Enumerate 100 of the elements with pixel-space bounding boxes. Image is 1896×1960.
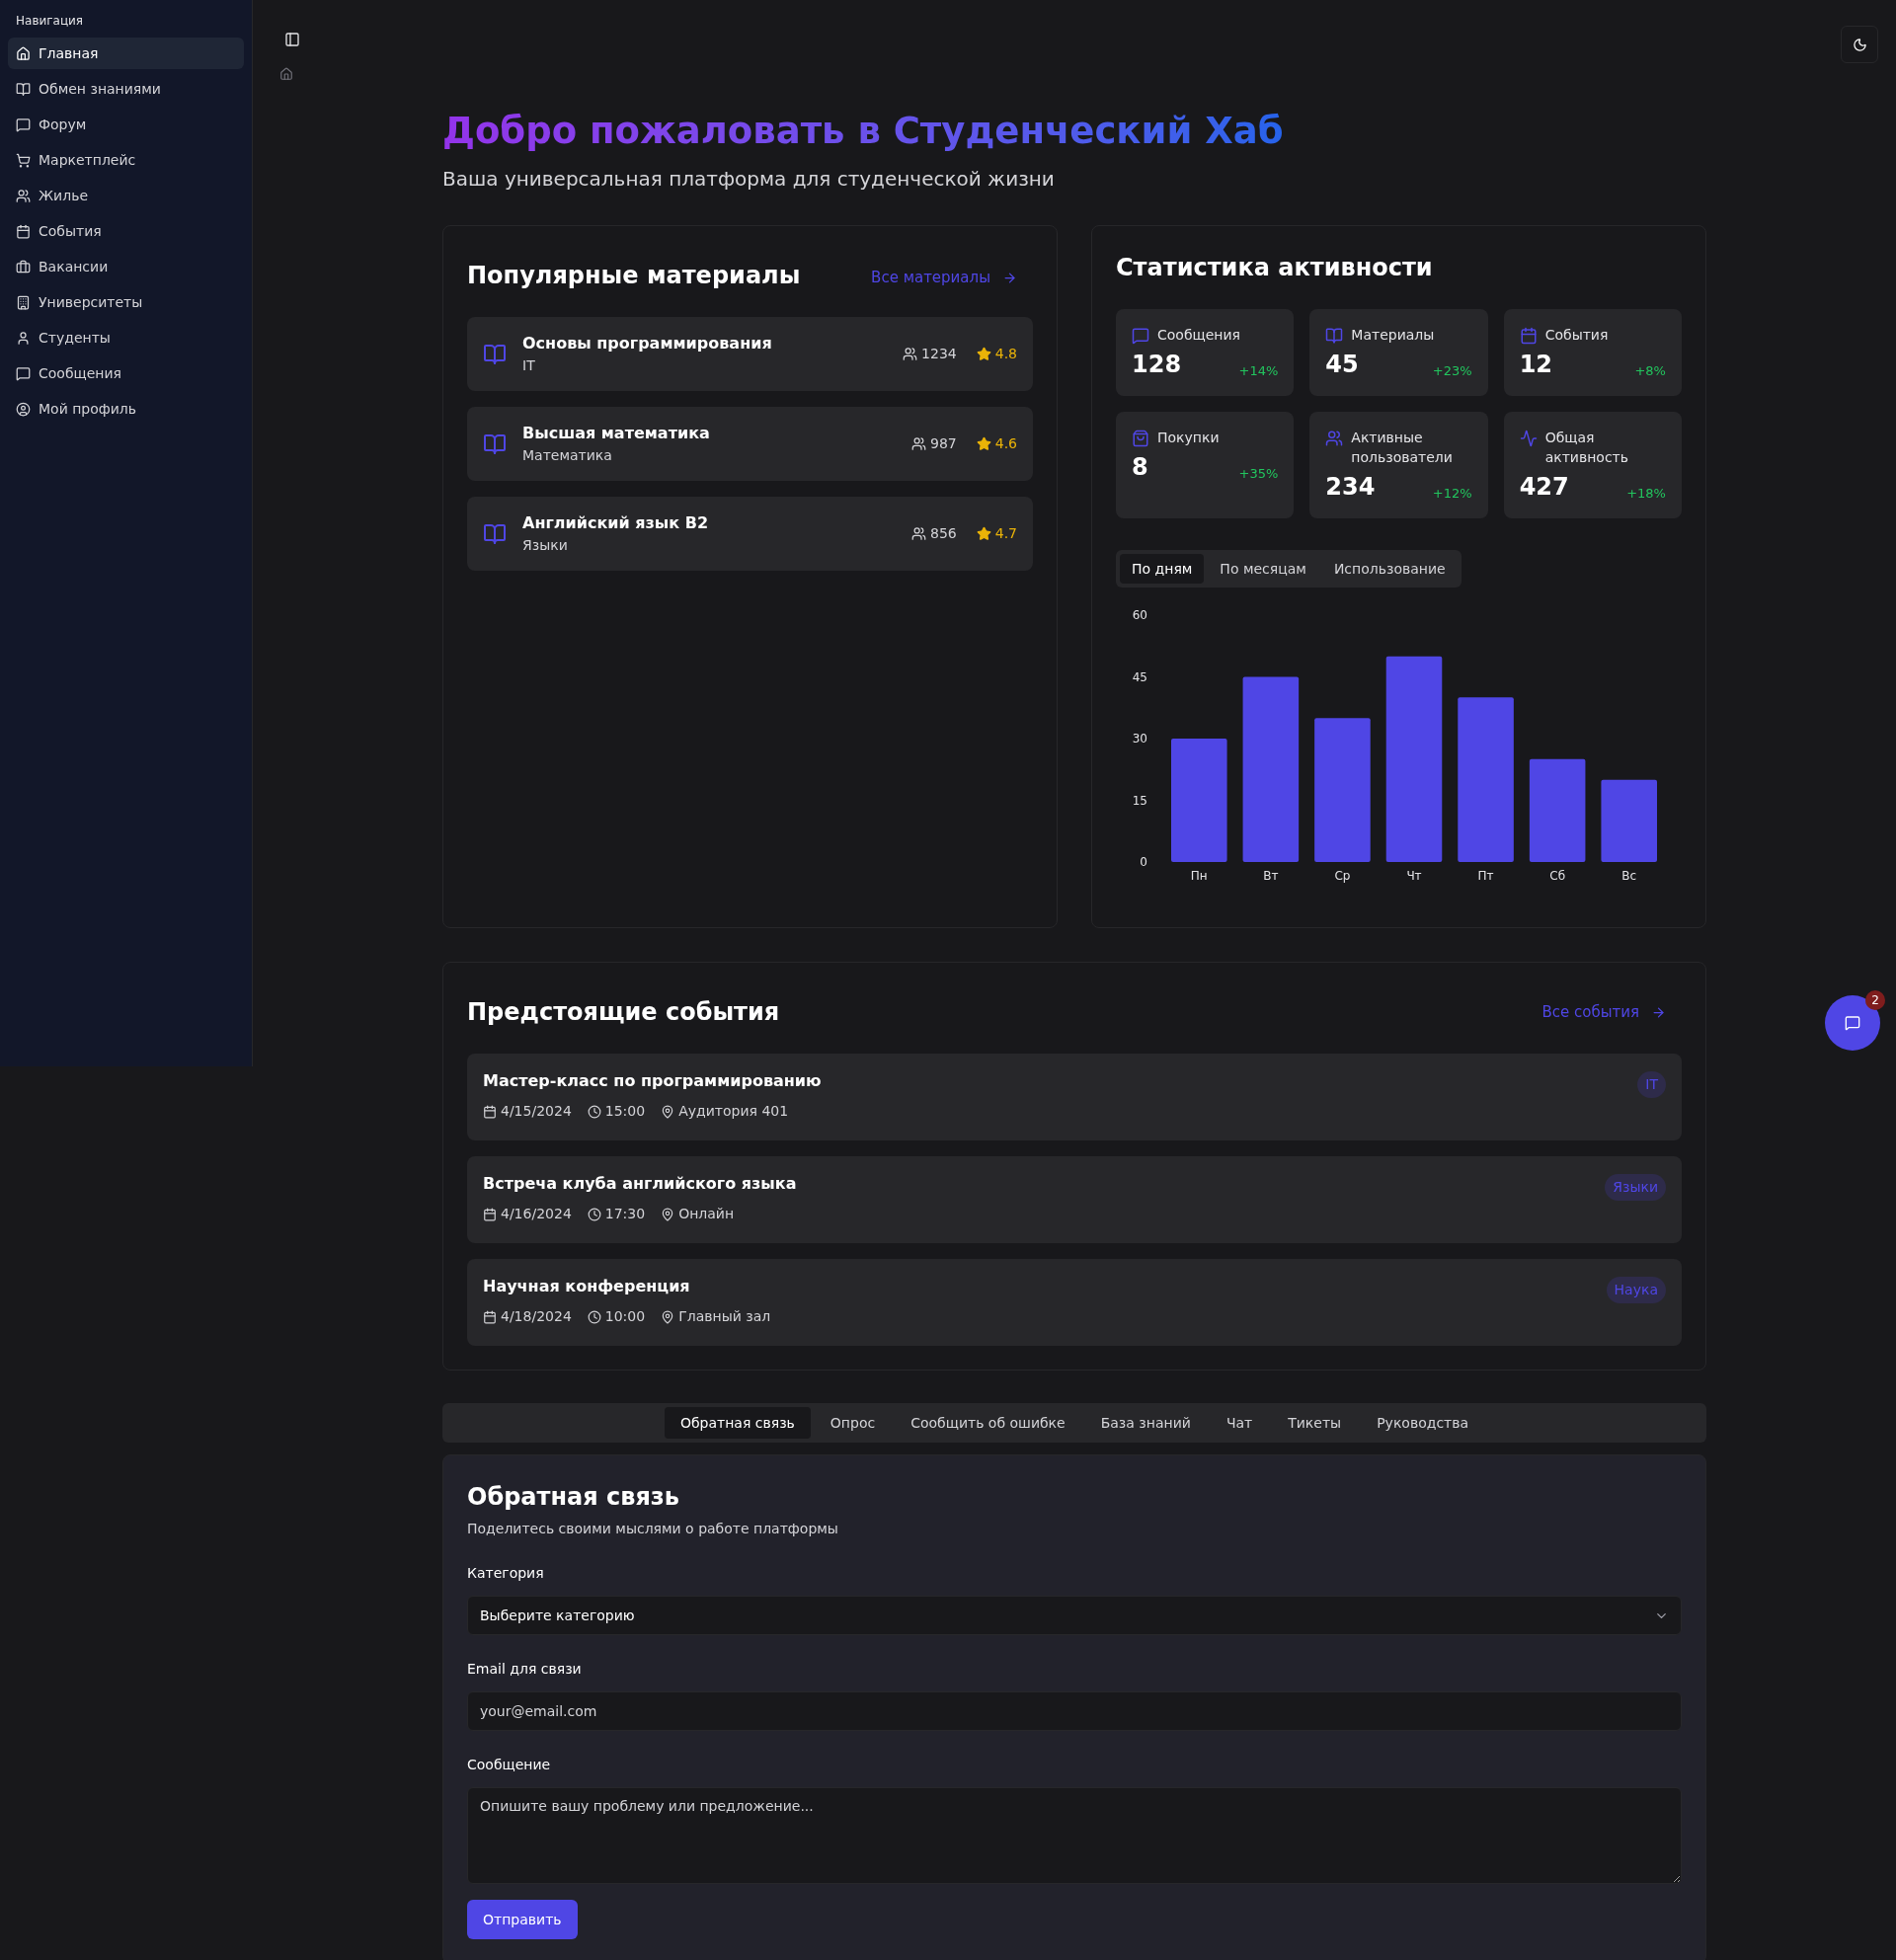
axis-label: Сб bbox=[1549, 869, 1566, 884]
support-tab[interactable]: Обратная связь bbox=[664, 1407, 811, 1440]
stat-value: 12 bbox=[1519, 350, 1553, 381]
sidebar-item[interactable]: Главная bbox=[8, 38, 244, 69]
support-tab[interactable]: Тикеты bbox=[1272, 1407, 1358, 1440]
stat-label: События bbox=[1544, 326, 1610, 346]
home-icon[interactable] bbox=[279, 67, 293, 81]
moon-icon bbox=[1852, 37, 1867, 52]
user-circle-icon bbox=[16, 401, 31, 417]
chat-icon bbox=[1845, 1015, 1860, 1031]
axis-label: 30 bbox=[1132, 732, 1147, 746]
chart-tab[interactable]: Использование bbox=[1321, 554, 1458, 585]
event-time: 10:00 bbox=[604, 1307, 646, 1327]
arrow-right-icon bbox=[1002, 270, 1017, 285]
cart-icon bbox=[16, 152, 31, 168]
theme-toggle-button[interactable] bbox=[1841, 26, 1878, 63]
material-item[interactable]: Основы программирования IT 1234 4.8 bbox=[467, 317, 1033, 392]
sidebar-item[interactable]: Сообщения bbox=[8, 357, 244, 389]
support-tab[interactable]: База знаний bbox=[1084, 1407, 1207, 1440]
event-title: Мастер-класс по программированию bbox=[483, 1070, 822, 1093]
sidebar-item[interactable]: Обмен знаниями bbox=[8, 73, 244, 105]
location-pin-icon bbox=[661, 1309, 675, 1324]
event-time: 17:30 bbox=[604, 1205, 646, 1224]
users-icon bbox=[16, 188, 31, 203]
book-icon bbox=[1325, 327, 1344, 346]
axis-label: 45 bbox=[1132, 669, 1147, 684]
support-tab[interactable]: Чат bbox=[1210, 1407, 1269, 1440]
calendar-icon bbox=[16, 223, 31, 239]
event-place: Главный зал bbox=[678, 1307, 771, 1327]
support-tab[interactable]: Руководства bbox=[1361, 1407, 1485, 1440]
axis-label: Чт bbox=[1406, 869, 1422, 884]
user-count: 856 bbox=[930, 524, 957, 544]
material-item[interactable]: Высшая математика Математика 987 4.6 bbox=[467, 407, 1033, 482]
sidebar-item[interactable]: Студенты bbox=[8, 322, 244, 353]
chart-tab[interactable]: По дням bbox=[1120, 554, 1205, 585]
event-title: Встреча клуба английского языка bbox=[483, 1173, 797, 1196]
page-subtitle: Ваша универсальная платформа для студенческой жизни bbox=[442, 166, 1056, 194]
users-icon bbox=[911, 526, 926, 542]
event-item[interactable]: Встреча клуба английского языка 4/16/2024 17:30 Онлайн Языки bbox=[467, 1156, 1682, 1244]
activity-icon bbox=[1519, 430, 1538, 448]
axis-label: Ср bbox=[1334, 869, 1351, 884]
building-icon bbox=[16, 294, 31, 310]
axis-label: Вт bbox=[1263, 869, 1279, 884]
event-place: Аудитория 401 bbox=[678, 1102, 789, 1122]
card-description: Поделитесь своими мыслями о работе платформы bbox=[467, 1520, 839, 1539]
sidebar-item[interactable]: Университеты bbox=[8, 286, 244, 318]
support-tab[interactable]: Сообщить об ошибке bbox=[895, 1407, 1081, 1440]
material-category: IT bbox=[522, 356, 536, 376]
chart-tab[interactable]: По месяцам bbox=[1208, 554, 1318, 585]
user-count: 1234 bbox=[921, 345, 957, 364]
event-item[interactable]: Научная конференция 4/18/2024 10:00 Главный зал Наука bbox=[467, 1259, 1682, 1347]
calendar-icon bbox=[483, 1104, 497, 1119]
book-icon bbox=[483, 342, 507, 366]
event-date: 4/16/2024 bbox=[501, 1205, 572, 1224]
message-field[interactable]: Опишите вашу проблему или предложение... bbox=[467, 1787, 1682, 1885]
sidebar-item[interactable]: События bbox=[8, 215, 244, 247]
field-label: Категория bbox=[467, 1564, 545, 1584]
stat-value: 128 bbox=[1132, 350, 1182, 381]
field-label: Email для связи bbox=[467, 1660, 583, 1680]
stat-value: 427 bbox=[1519, 472, 1569, 504]
sidebar-toggle-icon[interactable] bbox=[284, 32, 300, 47]
axis-label: 60 bbox=[1132, 608, 1147, 623]
sidebar-item[interactable]: Форум bbox=[8, 109, 244, 140]
material-item[interactable]: Английский язык B2 Языки 856 4.7 bbox=[467, 497, 1033, 572]
sidebar-item[interactable]: Маркетплейс bbox=[8, 144, 244, 176]
card-title: Популярные материалы bbox=[467, 261, 801, 292]
stat-label: Общая активность bbox=[1544, 429, 1630, 468]
calendar-icon bbox=[483, 1309, 497, 1324]
axis-label: 15 bbox=[1132, 793, 1147, 808]
star-icon bbox=[976, 347, 991, 362]
material-title: Английский язык B2 bbox=[522, 512, 710, 535]
rating: 4.8 bbox=[994, 345, 1017, 364]
stat-change: +35% bbox=[1238, 464, 1279, 483]
notification-badge: 2 bbox=[1865, 990, 1885, 1010]
location-pin-icon bbox=[661, 1104, 675, 1119]
event-title: Научная конференция bbox=[483, 1276, 691, 1298]
event-item[interactable]: Мастер-класс по программированию 4/15/2024 15:00 Аудитория 401 IT bbox=[467, 1054, 1682, 1141]
event-time: 15:00 bbox=[604, 1102, 646, 1122]
card-title: Статистика активности bbox=[1116, 253, 1434, 284]
submit-button[interactable]: Отправить bbox=[467, 1900, 578, 1940]
home-icon bbox=[16, 45, 31, 61]
stat-change: +8% bbox=[1634, 361, 1666, 380]
user-icon bbox=[16, 330, 31, 346]
book-icon bbox=[483, 431, 507, 456]
calendar-icon bbox=[483, 1207, 497, 1221]
field-label: Сообщение bbox=[467, 1756, 552, 1775]
email-field[interactable]: your@email.com bbox=[467, 1691, 1682, 1732]
chat-button[interactable] bbox=[1825, 995, 1880, 1051]
chat-icon bbox=[16, 117, 31, 132]
users-icon bbox=[1325, 430, 1344, 448]
card-title: Обратная связь bbox=[467, 1482, 680, 1514]
sidebar-item[interactable]: Мой профиль bbox=[8, 393, 244, 425]
category-select[interactable]: Выберите категорию bbox=[467, 1596, 1682, 1636]
stat-change: +14% bbox=[1238, 361, 1279, 380]
sidebar-item[interactable]: Вакансии bbox=[8, 251, 244, 282]
material-category: Математика bbox=[522, 446, 613, 466]
book-icon bbox=[16, 81, 31, 97]
sidebar-item[interactable]: Жилье bbox=[8, 180, 244, 211]
users-icon bbox=[911, 436, 926, 452]
support-tab[interactable]: Опрос bbox=[814, 1407, 892, 1440]
